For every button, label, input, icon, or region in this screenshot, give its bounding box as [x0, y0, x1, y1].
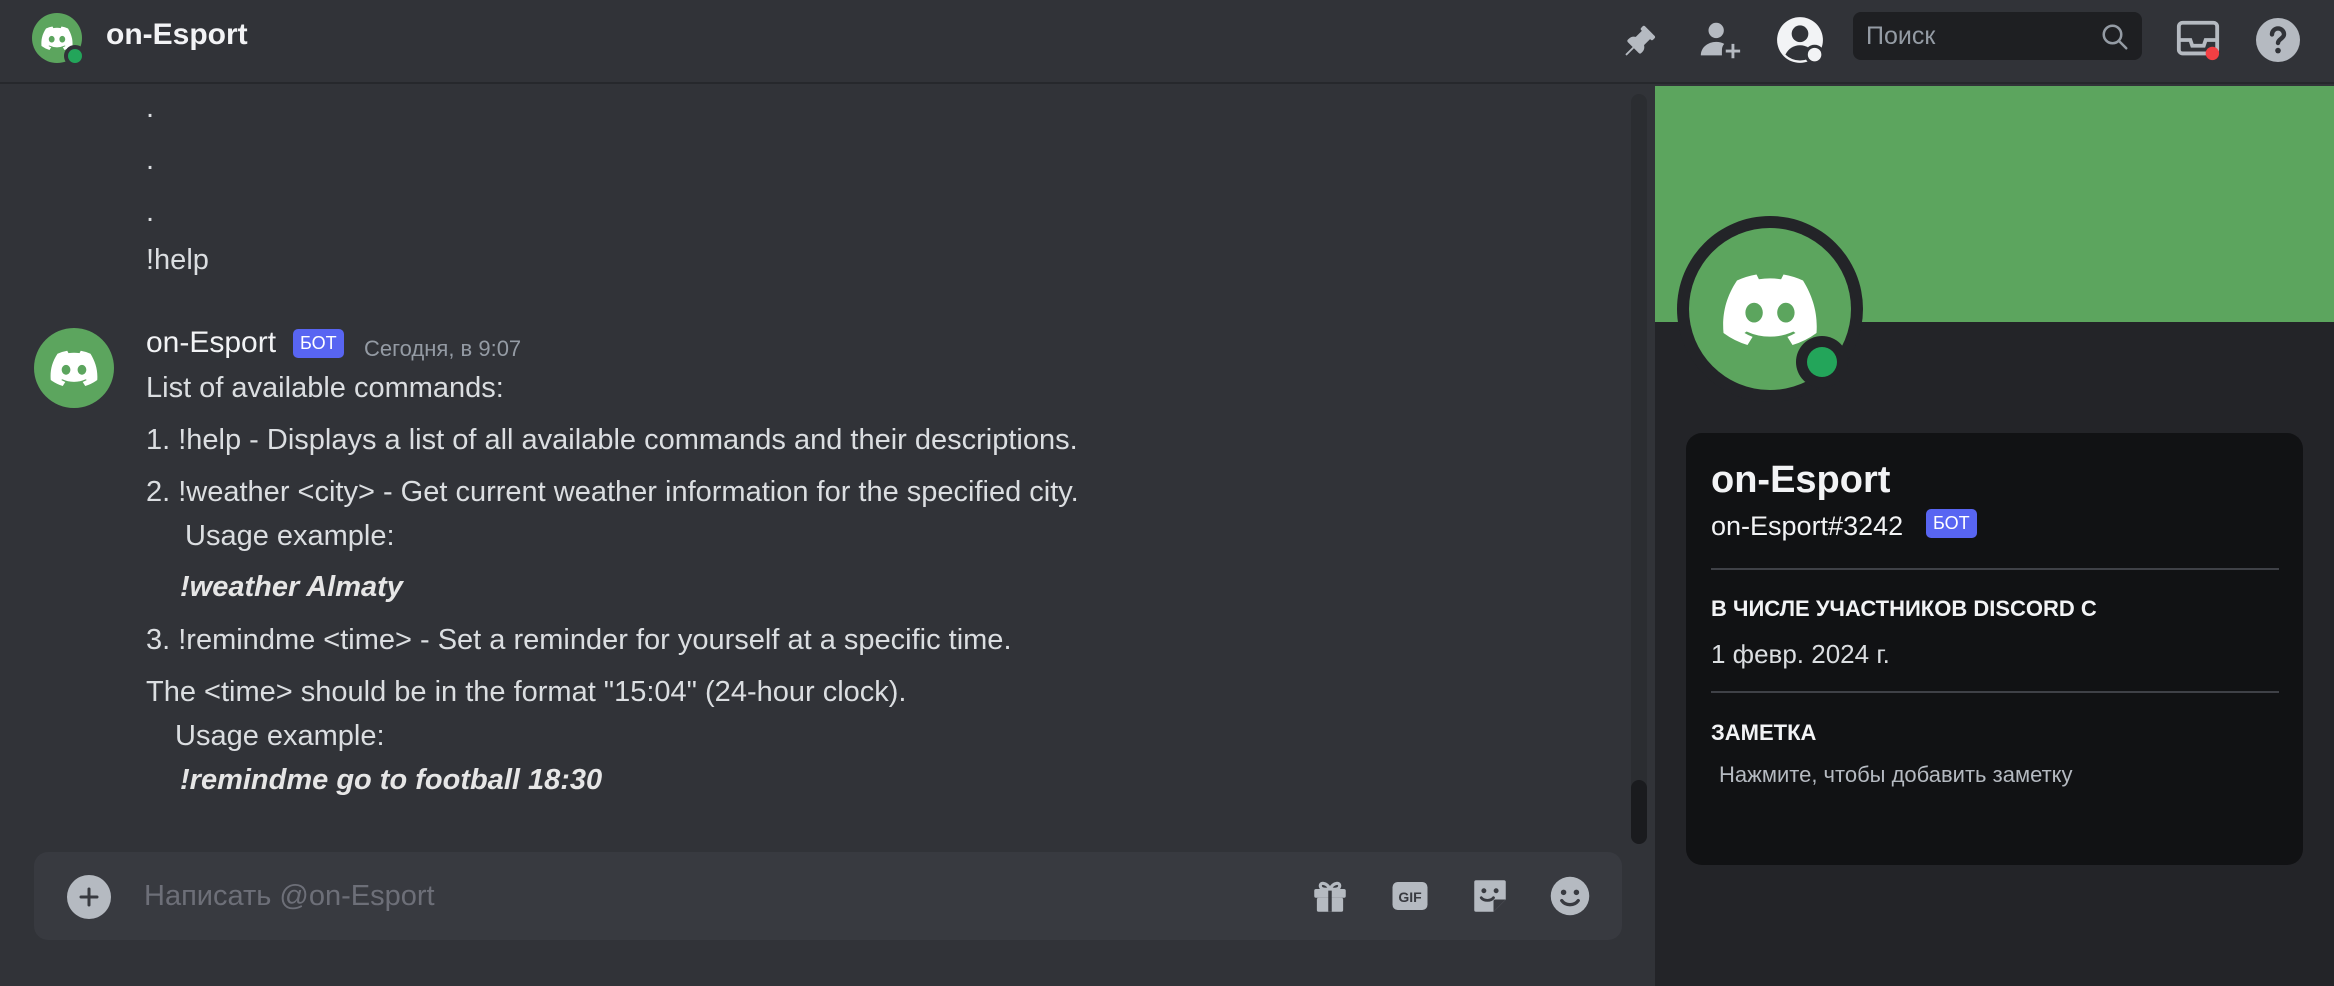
divider	[1711, 568, 2279, 570]
profile-card: on-Esport on-Esport#3242 БОТ В ЧИСЛЕ УЧА…	[1686, 433, 2303, 865]
emoji-button[interactable]	[1546, 872, 1594, 920]
add-friend-button[interactable]	[1692, 12, 1748, 68]
search-box[interactable]	[1853, 12, 2142, 60]
profile-display-name: on-Esport	[1711, 459, 1891, 501]
help-button[interactable]	[2250, 12, 2306, 68]
bot-badge: БОТ	[293, 329, 344, 358]
profile-username-tag: on-Esport#3242	[1711, 511, 1904, 541]
gif-label: GIF	[1398, 889, 1422, 905]
search-icon	[2102, 24, 2128, 50]
message-line: List of available commands:	[146, 372, 504, 404]
gif-button[interactable]: GIF	[1386, 872, 1434, 920]
add-friend-icon	[1700, 22, 1741, 59]
command-example: !weather Almaty	[180, 571, 403, 603]
pin-icon	[1625, 25, 1656, 56]
user-profile-toggle[interactable]	[1772, 12, 1828, 68]
previous-message-line: .	[146, 144, 155, 176]
search-input[interactable]	[1853, 12, 2093, 60]
channel-avatar[interactable]	[32, 13, 86, 67]
previous-message-line: !help	[146, 244, 209, 276]
chat-scrollbar-track[interactable]	[1631, 94, 1647, 844]
sticker-button[interactable]	[1466, 872, 1514, 920]
bot-badge: БОТ	[1926, 509, 1977, 538]
inbox-icon	[2176, 20, 2220, 61]
message-line: 2. !weather <city> - Get current weather…	[146, 476, 1079, 508]
message-composer: GIF	[34, 852, 1622, 940]
channel-title: on-Esport	[106, 18, 248, 51]
gift-icon	[1314, 881, 1346, 912]
plus-icon	[79, 887, 99, 907]
discord-logo-icon	[50, 350, 98, 386]
chat-scrollbar-thumb[interactable]	[1631, 780, 1647, 844]
message-input[interactable]	[144, 852, 1294, 940]
message-line: 1. !help - Displays a list of all availa…	[146, 424, 1078, 456]
online-status-dot	[64, 45, 86, 67]
user-profile-icon	[1777, 17, 1825, 65]
message-author-name[interactable]: on-Esport	[146, 326, 276, 360]
previous-message-line: .	[146, 196, 155, 228]
message-line: Usage example:	[175, 720, 385, 752]
chat-area: . . . !help on-Esport БОТ Сегодня, в 9:0…	[0, 86, 1655, 986]
help-icon	[2256, 18, 2300, 62]
profile-status-indicator	[1796, 336, 1848, 388]
user-profile-panel: on-Esport on-Esport#3242 БОТ В ЧИСЛЕ УЧА…	[1655, 86, 2334, 986]
message-timestamp: Сегодня, в 9:07	[364, 336, 522, 361]
sticker-icon	[1474, 880, 1506, 912]
inbox-button[interactable]	[2170, 12, 2226, 68]
pin-button[interactable]	[1612, 12, 1668, 68]
discord-logo-icon	[1723, 274, 1817, 345]
member-since-title: В ЧИСЛЕ УЧАСТНИКОВ DISCORD С	[1711, 596, 2097, 621]
divider	[1711, 691, 2279, 693]
top-bar: on-Esport	[0, 0, 2334, 84]
note-input[interactable]	[1711, 755, 2279, 795]
message-line: Usage example:	[185, 520, 395, 552]
message-line: 3. !remindme <time> - Set a reminder for…	[146, 624, 1012, 656]
note-title: ЗАМЕТКА	[1711, 720, 1817, 745]
message-author-avatar[interactable]	[34, 328, 114, 408]
attach-button[interactable]	[67, 875, 111, 919]
previous-message-line: .	[146, 92, 155, 124]
gif-icon: GIF	[1392, 882, 1428, 910]
message-line: The <time> should be in the format "15:0…	[146, 676, 907, 708]
emoji-icon	[1550, 876, 1590, 916]
command-example: !remindme go to football 18:30	[180, 764, 603, 796]
gift-button[interactable]	[1306, 872, 1354, 920]
member-since-value: 1 февр. 2024 г.	[1711, 639, 1890, 669]
